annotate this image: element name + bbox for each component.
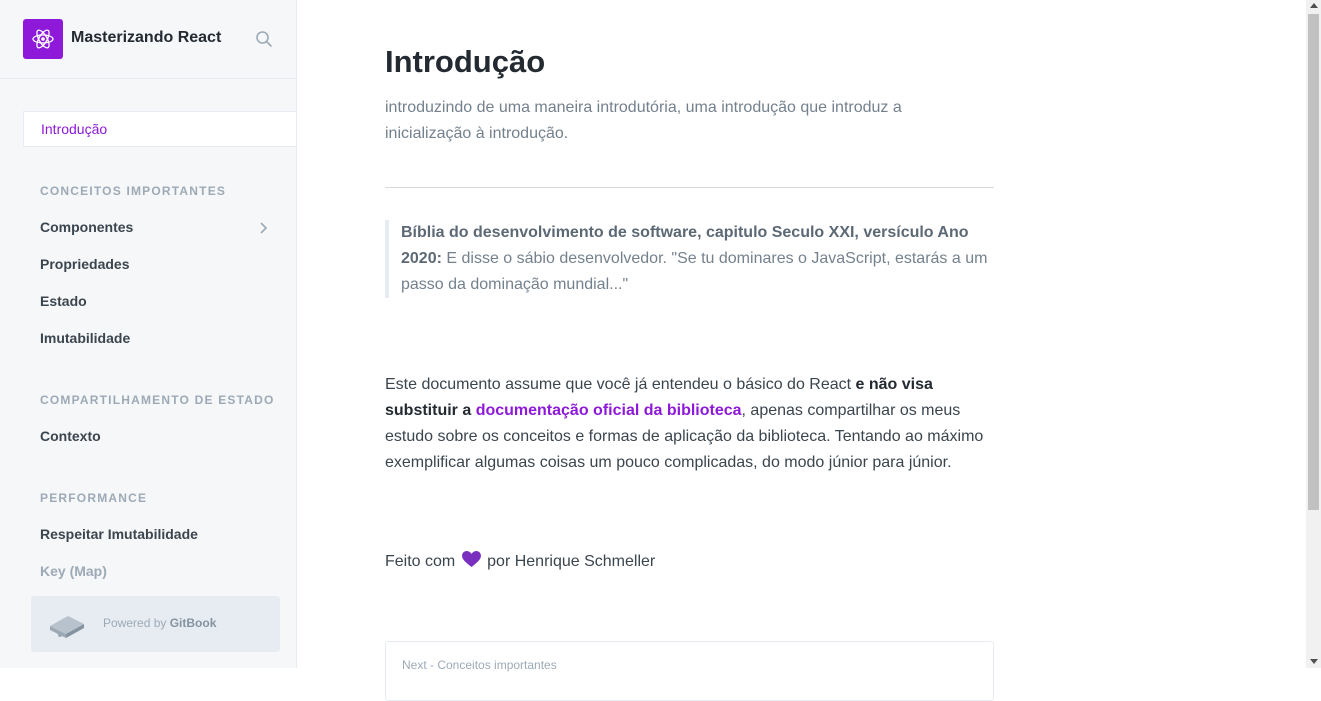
next-page-card[interactable]: Next - Conceitos importantes <box>385 641 994 701</box>
sidebar-item-respeitar-imutabilidade[interactable]: Respeitar Imutabilidade <box>23 516 296 552</box>
main-content: Introdução introduzindo de uma maneira i… <box>297 0 1306 701</box>
sidebar-item-label: Contexto <box>40 428 101 444</box>
intro-paragraph: Este documento assume que você já entend… <box>385 376 984 471</box>
sidebar-item-label: Respeitar Imutabilidade <box>40 526 198 542</box>
quote-text: E disse o sábio desenvolvedor. "Se tu do… <box>401 250 988 293</box>
sidebar-item-label: Estado <box>40 293 87 309</box>
sidebar-item-componentes[interactable]: Componentes <box>23 209 296 245</box>
brand-title[interactable]: Masterizando React <box>71 29 221 47</box>
purple-heart-icon <box>461 551 481 573</box>
blockquote: Bíblia do desenvolvimento de software, c… <box>385 220 994 298</box>
sidebar: Masterizando React Introdução CONCEITOS … <box>0 0 297 668</box>
section-title-performance: PERFORMANCE <box>40 491 148 505</box>
sidebar-item-introducao[interactable]: Introdução <box>23 111 296 147</box>
section-title-conceitos: CONCEITOS IMPORTANTES <box>40 184 227 198</box>
sidebar-item-label: Introdução <box>41 121 108 137</box>
sidebar-item-key-map[interactable]: Key (Map) <box>23 553 296 589</box>
chevron-right-icon[interactable] <box>258 221 268 234</box>
made-with-line: Feito com por Henrique Schmeller <box>385 551 655 573</box>
page-description: introduzindo de uma maneira introdutória… <box>385 99 902 142</box>
sidebar-item-label: Componentes <box>40 219 134 235</box>
gitbook-icon <box>46 608 88 640</box>
sidebar-item-estado[interactable]: Estado <box>23 283 296 319</box>
official-docs-link[interactable]: documentação oficial da biblioteca <box>476 402 742 419</box>
sidebar-item-contexto[interactable]: Contexto <box>23 418 296 454</box>
sidebar-item-propriedades[interactable]: Propriedades <box>23 246 296 282</box>
powered-by-text: Powered by GitBook <box>103 616 217 630</box>
sidebar-item-label: Propriedades <box>40 256 130 272</box>
search-icon[interactable] <box>255 30 273 48</box>
brand[interactable]: Masterizando React <box>23 19 283 59</box>
section-title-compartilhamento: COMPARTILHAMENTO DE ESTADO <box>40 393 275 407</box>
next-page-label: Next - Conceitos importantes <box>402 658 557 672</box>
scroll-down-arrow-icon[interactable] <box>1310 659 1318 664</box>
sidebar-item-imutabilidade[interactable]: Imutabilidade <box>23 320 296 356</box>
page-title: Introdução <box>385 44 546 79</box>
scroll-up-arrow-icon[interactable] <box>1310 3 1318 8</box>
scrollbar[interactable] <box>1306 0 1321 668</box>
sidebar-item-label: Key (Map) <box>40 563 107 579</box>
scrollbar-thumb[interactable] <box>1308 14 1319 510</box>
react-logo-icon <box>23 19 63 59</box>
content-divider <box>385 187 994 188</box>
sidebar-divider <box>0 78 296 79</box>
sidebar-item-label: Imutabilidade <box>40 330 131 346</box>
powered-by-gitbook[interactable]: Powered by GitBook <box>31 596 280 652</box>
